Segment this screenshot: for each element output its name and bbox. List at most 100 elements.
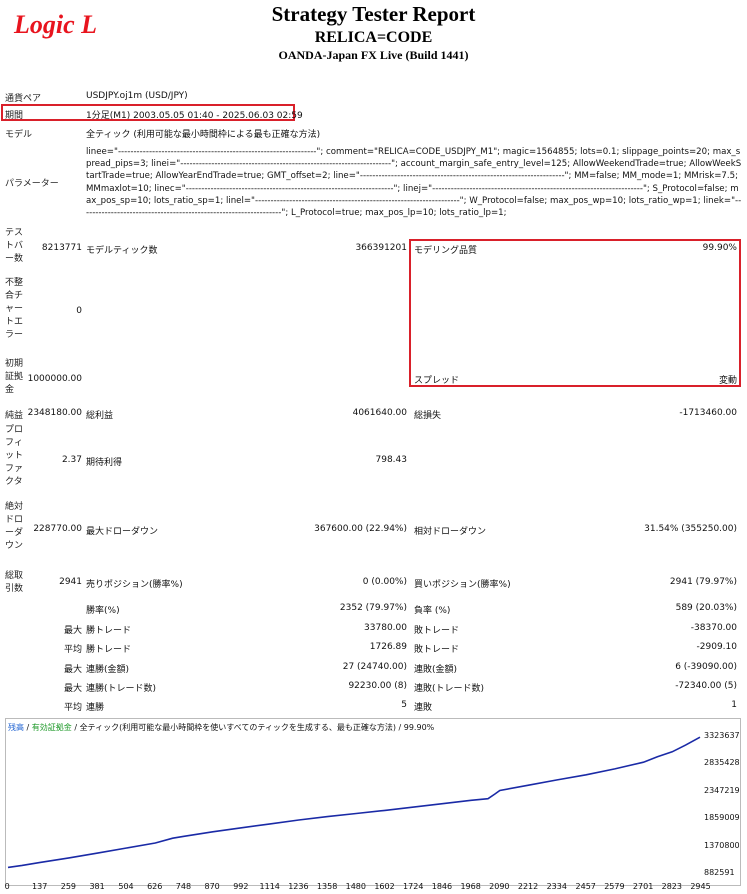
x-tick-label: 381 (89, 882, 105, 891)
worst-trade-value: -38370.00 (690, 623, 737, 633)
best-trade-value: 33780.00 (364, 623, 407, 633)
short-value: 0 (0.00%) (362, 577, 407, 587)
x-tick-label: 504 (118, 882, 134, 891)
expected-label: 期待利得 (86, 458, 123, 468)
bars-value: 8213771 (41, 243, 82, 253)
model-value: 全ティック (利用可能な最小時間枠による最も正確な方法) (86, 130, 321, 140)
deposit-value: 1000000.00 (27, 374, 82, 384)
report-title: Strategy Tester Report (271, 2, 476, 26)
x-tick-label: 1358 (316, 882, 338, 891)
avg-win-label: 勝トレード (86, 645, 132, 655)
x-tick-label: 1114 (259, 882, 280, 891)
y-tick-label: 2347219 (704, 785, 740, 795)
ticks-label: モデルティック数 (86, 246, 158, 256)
y-tick-label: 3323637 (704, 731, 740, 740)
short-label: 売りポジション(勝率%) (86, 580, 183, 590)
avg-prefix-cons: 平均 (63, 703, 82, 713)
x-tick-label: 0 (4, 882, 10, 891)
x-tick-label: 626 (147, 882, 163, 891)
avg-cons-loss-value: 1 (731, 700, 737, 710)
x-tick-label: 1480 (345, 882, 366, 891)
max-prefix-cons-money: 最大 (63, 665, 82, 675)
y-tick-label: 2835428 (704, 758, 740, 768)
x-tick-label: 2579 (604, 882, 625, 891)
avg-loss-value: -2909.10 (696, 642, 737, 652)
cons-win-money-value: 27 (24740.00) (342, 662, 407, 672)
cons-win-money-label: 連勝(金額) (86, 665, 130, 675)
period-label: 期間 (5, 111, 24, 121)
x-tick-label: 2334 (546, 882, 567, 891)
rel-dd-label: 相対ドローダウン (414, 527, 487, 537)
avg-cons-win-value: 5 (401, 700, 407, 710)
winrate-value: 2352 (79.97%) (339, 603, 407, 613)
cons-loss-money-value: 6 (-39090.00) (675, 662, 737, 672)
modelling-quality-highlight-box (409, 239, 741, 387)
lossrate-label: 負率 (%) (414, 606, 451, 616)
y-tick-label: 882591 (704, 868, 735, 877)
quality-label: モデリング品質 (414, 246, 478, 256)
lossrate-value: 589 (20.03%) (675, 603, 737, 613)
expected-value: 798.43 (375, 455, 408, 465)
spread-label: スプレッド (414, 376, 460, 386)
cons-loss-count-label: 連敗(トレード数) (414, 684, 485, 694)
ticks-value: 366391201 (355, 243, 407, 253)
x-tick-label: 2945 (690, 882, 711, 891)
ea-name: RELICA=CODE (314, 29, 433, 46)
x-tick-label: 1846 (431, 882, 453, 891)
cons-loss-money-label: 連敗(金額) (414, 665, 458, 675)
chart-plot (7, 736, 701, 869)
rel-dd-value: 31.54% (355250.00) (644, 524, 737, 534)
pf-label: プロフィットファクタ (5, 425, 24, 487)
trades-value: 2941 (59, 577, 82, 587)
max-dd-value: 367600.00 (22.94%) (314, 524, 407, 534)
net-value: 2348180.00 (27, 408, 82, 418)
broker-info: OANDA-Japan FX Live (Build 1441) (278, 48, 469, 62)
quality-value: 99.90% (702, 243, 737, 253)
x-tick-label: 259 (60, 882, 77, 891)
x-tick-label: 1724 (403, 882, 424, 891)
x-tick-label: 2823 (661, 882, 682, 891)
gross-loss-value: -1713460.00 (679, 408, 737, 418)
max-prefix-best: 最大 (63, 626, 82, 636)
gross-loss-label: 総損失 (414, 411, 442, 421)
x-tick-label: 1236 (288, 882, 309, 891)
avg-cons-loss-label: 連敗 (414, 703, 433, 713)
params-label: パラメーター (5, 179, 59, 189)
mismatch-value: 0 (76, 306, 82, 316)
trades-label: 総取引数 (5, 571, 24, 594)
abs-dd-value: 228770.00 (33, 524, 82, 534)
avg-cons-win-label: 連勝 (86, 703, 105, 713)
y-tick-label: 1370800 (704, 840, 740, 850)
x-tick-label: 1602 (374, 882, 395, 891)
avg-loss-label: 敗トレード (414, 645, 460, 655)
cons-win-count-value: 92230.00 (8) (348, 681, 407, 691)
long-label: 買いポジション(勝率%) (414, 580, 511, 590)
y-tick-label: 1859009 (704, 813, 740, 823)
symbol-value: USDJPY.oj1m (USD/JPY) (86, 91, 188, 101)
mismatch-label: 不整合チャートエラー (5, 278, 24, 340)
params-value: linee="---------------------------------… (86, 147, 742, 219)
x-tick-label: 748 (175, 882, 192, 891)
symbol-label: 通貨ペア (5, 94, 42, 104)
pf-value: 2.37 (61, 455, 82, 465)
avg-prefix-win: 平均 (63, 645, 82, 655)
bars-label: テストバー数 (5, 228, 24, 264)
x-tick-label: 2701 (632, 882, 654, 891)
spread-value: 変動 (718, 376, 737, 386)
gross-profit-label: 総利益 (86, 411, 114, 421)
period-value: 1分足(M1) 2003.05.05 01:40 - 2025.06.03 02… (86, 111, 303, 121)
x-tick-label: 2090 (489, 882, 510, 891)
cons-win-count-label: 連勝(トレード数) (86, 684, 157, 694)
worst-trade-label: 敗トレード (414, 626, 460, 636)
winrate-label: 勝率(%) (86, 606, 120, 616)
cons-loss-count-value: -72340.00 (5) (675, 681, 737, 691)
long-value: 2941 (79.97%) (669, 577, 737, 587)
gross-profit-value: 4061640.00 (352, 408, 407, 418)
avg-win-value: 1726.89 (369, 642, 407, 652)
x-tick-label: 870 (204, 882, 220, 891)
x-tick-label: 2457 (575, 882, 596, 891)
max-prefix-cons-count: 最大 (63, 684, 82, 694)
model-label: モデル (5, 130, 33, 140)
x-tick-label: 137 (32, 882, 48, 891)
x-tick-label: 1968 (460, 882, 481, 891)
